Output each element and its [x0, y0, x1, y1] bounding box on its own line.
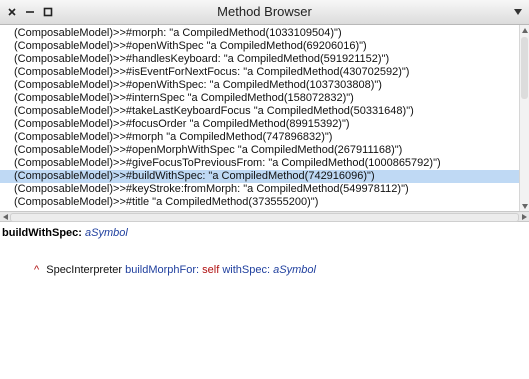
window-title: Method Browser: [217, 4, 312, 19]
vertical-scroll-thumb[interactable]: [521, 37, 528, 99]
receiver-class: SpecInterpreter: [46, 264, 123, 276]
list-item[interactable]: (ComposableModel)>>#morph "a CompiledMet…: [0, 131, 519, 144]
list-item[interactable]: (ComposableModel)>>#openWithSpec "a Comp…: [0, 40, 519, 53]
list-item[interactable]: (ComposableModel)>>#handlesKeyboard: "a …: [0, 53, 519, 66]
method-selector: buildWithSpec:: [2, 227, 82, 239]
horizontal-scrollbar[interactable]: [0, 211, 529, 222]
list-item[interactable]: (ComposableModel)>>#focusOrder "a Compil…: [0, 118, 519, 131]
message-argument: aSymbol: [273, 264, 316, 276]
method-list[interactable]: (ComposableModel)>>#morph: "a CompiledMe…: [0, 25, 519, 211]
list-item[interactable]: (ComposableModel)>>#openMorphWithSpec "a…: [0, 144, 519, 157]
vertical-scrollbar[interactable]: [519, 25, 529, 211]
title-bar[interactable]: Method Browser: [0, 0, 529, 25]
return-caret: ^: [34, 264, 40, 276]
scroll-left-icon[interactable]: [1, 213, 9, 221]
message-keyword: buildMorphFor:: [125, 264, 200, 276]
method-argument: aSymbol: [85, 227, 128, 239]
message-keyword-2: withSpec:: [222, 264, 271, 276]
list-item[interactable]: (ComposableModel)>>#keyStroke:fromMorph:…: [0, 183, 519, 196]
scroll-up-icon[interactable]: [522, 27, 528, 33]
horizontal-scroll-thumb[interactable]: [10, 213, 519, 222]
list-item[interactable]: (ComposableModel)>>#morph: "a CompiledMe…: [0, 27, 519, 40]
list-item[interactable]: (ComposableModel)>>#internSpec "a Compil…: [0, 92, 519, 105]
list-item[interactable]: (ComposableModel)>>#openWithSpec: "a Com…: [0, 79, 519, 92]
scroll-right-icon[interactable]: [520, 213, 528, 221]
chevron-down-icon[interactable]: [513, 7, 523, 17]
list-item[interactable]: (ComposableModel)>>#title "a CompiledMet…: [0, 196, 519, 209]
self-keyword: self: [202, 264, 220, 276]
scroll-down-icon[interactable]: [522, 203, 528, 209]
list-item[interactable]: (ComposableModel)>>#giveFocusToPreviousF…: [0, 157, 519, 170]
method-signature: buildWithSpec: aSymbol: [2, 226, 128, 240]
list-item-selected[interactable]: (ComposableModel)>>#buildWithSpec: "a Co…: [0, 170, 519, 183]
method-body-line: ^ SpecInterpreter buildMorphFor: self wi…: [34, 263, 316, 277]
method-browser-window: Method Browser (ComposableModel)>>#morph…: [0, 0, 529, 379]
source-code-pane[interactable]: buildWithSpec: aSymbol ^ SpecInterpreter…: [0, 223, 529, 379]
list-item[interactable]: (ComposableModel)>>#isEventForNextFocus:…: [0, 66, 519, 79]
list-item[interactable]: (ComposableModel)>>#takeLastKeyboardFocu…: [0, 105, 519, 118]
